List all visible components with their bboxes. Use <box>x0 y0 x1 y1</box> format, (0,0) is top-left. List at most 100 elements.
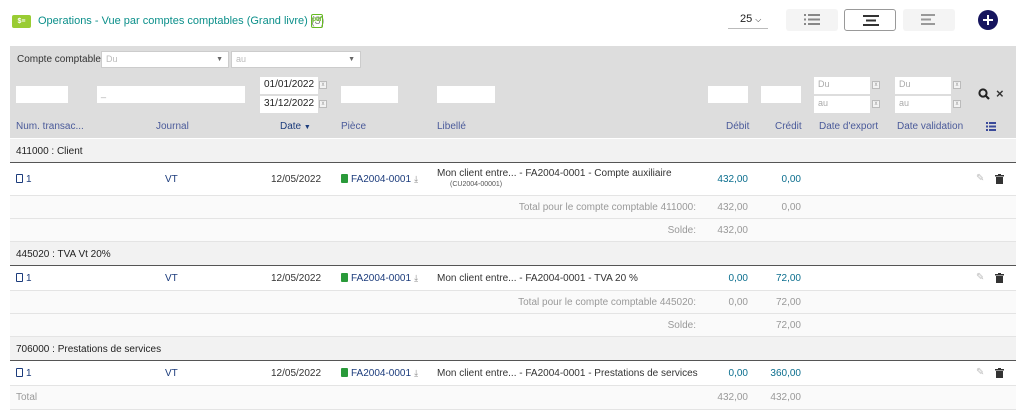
piece-link[interactable]: FA2004-0001 ⤓ <box>341 174 418 185</box>
clear-validation-from-icon[interactable]: x <box>953 81 961 89</box>
date-to-input[interactable]: 31/12/2022 <box>260 96 318 113</box>
column-selector-icon[interactable] <box>986 122 996 131</box>
piece-filter[interactable] <box>341 86 398 103</box>
operation-date: 12/05/2022 <box>271 174 322 185</box>
pdf-file-icon <box>341 368 348 377</box>
balance-credit: 72,00 <box>775 320 801 331</box>
col-date-validation[interactable]: Date validation <box>897 121 963 132</box>
group-title: 706000 : Prestations de services <box>16 344 162 355</box>
table-row[interactable]: 1 VT 12/05/2022 FA2004-0001 ⤓ Mon client … <box>10 164 1016 196</box>
pdf-export-icon[interactable]: pdf <box>311 14 323 28</box>
transaction-link[interactable]: 1 <box>16 174 32 185</box>
sort-down-icon: ▼ <box>303 124 311 131</box>
subtotal-credit: 0,00 <box>781 202 801 213</box>
debit-value: 432,00 <box>717 174 748 185</box>
clear-validation-to-icon[interactable]: x <box>953 100 961 108</box>
clear-export-to-icon[interactable]: x <box>872 100 880 108</box>
delete-icon[interactable] <box>995 174 1004 184</box>
validation-date-to[interactable]: au <box>895 96 951 113</box>
group-title: 411000 : Client <box>16 146 83 157</box>
export-date-from[interactable]: Du <box>814 77 870 94</box>
download-icon[interactable]: ⤓ <box>414 174 418 185</box>
account-to-select[interactable]: au ▼ <box>231 51 361 68</box>
edit-icon[interactable]: ✎ <box>976 173 984 184</box>
col-date-label: Date <box>280 121 302 132</box>
group-header: 445020 : TVA Vt 20% <box>10 242 1016 266</box>
transaction-num: 1 <box>26 273 32 284</box>
subtotal-debit: 432,00 <box>717 202 748 213</box>
debit-value: 0,00 <box>728 368 748 379</box>
credit-value: 0,00 <box>781 174 801 185</box>
add-icon[interactable] <box>978 10 998 30</box>
debit-value: 0,00 <box>728 273 748 284</box>
balance-row: Solde: 72,00 <box>10 314 1016 337</box>
libelle-subtext: (CU2004-00001) <box>450 181 503 188</box>
download-icon[interactable]: ⤓ <box>414 368 418 379</box>
table-row[interactable]: 1 VT 12/05/2022 FA2004-0001 ⤓ Mon client … <box>10 267 1016 291</box>
operation-date: 12/05/2022 <box>271 273 322 284</box>
piece-link[interactable]: FA2004-0001 ⤓ <box>341 368 418 379</box>
transaction-num: 1 <box>26 174 32 185</box>
account-filter-label: Compte comptable: <box>17 54 104 65</box>
edit-icon[interactable]: ✎ <box>976 367 984 378</box>
download-icon[interactable]: ⤓ <box>414 273 418 284</box>
clear-date-from-icon[interactable]: x <box>319 81 327 89</box>
balance-debit: 432,00 <box>717 225 748 236</box>
transaction-num: 1 <box>26 368 32 379</box>
page-title-text: Operations - Vue par comptes comptables … <box>38 15 308 27</box>
grand-total-label: Total <box>16 392 38 403</box>
grand-total-credit: 432,00 <box>770 392 801 403</box>
journal-code: VT <box>165 368 178 379</box>
piece-ref: FA2004-0001 <box>351 368 412 379</box>
transaction-link[interactable]: 1 <box>16 368 32 379</box>
table-row[interactable]: 1 VT 12/05/2022 FA2004-0001 ⤓ Mon client … <box>10 362 1016 386</box>
col-debit[interactable]: Débit <box>726 121 749 132</box>
grouped-view-button[interactable] <box>903 9 955 31</box>
debit-filter[interactable] <box>708 86 748 103</box>
chevron-down-icon: ⌵ <box>755 15 762 24</box>
date-from-input[interactable]: 01/01/2022 <box>260 77 318 94</box>
export-date-to[interactable]: au <box>814 96 870 113</box>
clear-export-from-icon[interactable]: x <box>872 81 880 89</box>
filter-panel: Compte comptable: Du ▼ au ▼ _ 01/01/2022… <box>10 46 1016 138</box>
libelle-filter[interactable] <box>437 86 495 103</box>
clear-date-to-icon[interactable]: x <box>319 100 327 108</box>
page-title: Operations - Vue par comptes comptables … <box>38 15 324 27</box>
col-piece[interactable]: Pièce <box>341 121 366 132</box>
ledger-icon: $≡ <box>12 15 31 28</box>
num-transaction-filter[interactable] <box>16 86 68 103</box>
journal-code: VT <box>165 273 178 284</box>
journal-filter[interactable]: _ <box>97 86 245 103</box>
balance-label: Solde: <box>667 320 696 331</box>
journal-code: VT <box>165 174 178 185</box>
piece-link[interactable]: FA2004-0001 ⤓ <box>341 273 418 284</box>
subtotal-row: Total pour le compte comptable 445020: 0… <box>10 291 1016 314</box>
transaction-link[interactable]: 1 <box>16 273 32 284</box>
col-credit[interactable]: Crédit <box>775 121 802 132</box>
page-size-select[interactable]: 25 ⌵ <box>728 11 768 29</box>
list-view-icon <box>804 14 820 25</box>
delete-icon[interactable] <box>995 273 1004 283</box>
search-icon[interactable] <box>978 88 990 100</box>
document-icon <box>16 368 23 377</box>
col-journal[interactable]: Journal <box>156 121 189 132</box>
subtotal-row: Total pour le compte comptable 411000: 4… <box>10 196 1016 219</box>
ledger-view-button[interactable] <box>844 9 896 31</box>
account-from-placeholder: Du <box>106 54 118 64</box>
col-libelle[interactable]: Libellé <box>437 121 466 132</box>
group-header: 411000 : Client <box>10 139 1016 163</box>
delete-icon[interactable] <box>995 368 1004 378</box>
credit-value: 360,00 <box>770 368 801 379</box>
list-view-button[interactable] <box>786 9 838 31</box>
edit-icon[interactable]: ✎ <box>976 272 984 283</box>
validation-date-from[interactable]: Du <box>895 77 951 94</box>
caret-down-icon: ▼ <box>216 56 223 63</box>
credit-filter[interactable] <box>761 86 801 103</box>
subtotal-debit: 0,00 <box>728 297 748 308</box>
col-date-export[interactable]: Date d'export <box>819 121 878 132</box>
grand-total-debit: 432,00 <box>717 392 748 403</box>
remove-filter-icon[interactable]: × <box>996 86 1004 101</box>
account-from-select[interactable]: Du ▼ <box>101 51 229 68</box>
col-num-transaction[interactable]: Num. transac... <box>16 121 84 132</box>
col-date[interactable]: Date ▼ <box>280 121 311 132</box>
